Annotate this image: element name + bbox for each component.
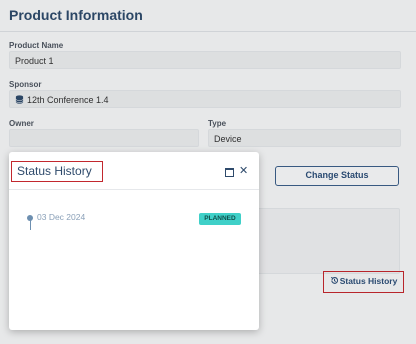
close-icon[interactable]: ✕ (239, 164, 248, 177)
status-badge: PLANNED (199, 213, 241, 225)
dialog-title: Status History (11, 161, 103, 182)
maximize-icon[interactable] (225, 168, 234, 177)
timeline-date: 03 Dec 2024 (37, 212, 86, 222)
dialog-divider (9, 189, 259, 190)
timeline-line (29, 220, 31, 230)
status-history-dialog: Status History ✕ 03 Dec 2024 PLANNED (9, 152, 259, 330)
